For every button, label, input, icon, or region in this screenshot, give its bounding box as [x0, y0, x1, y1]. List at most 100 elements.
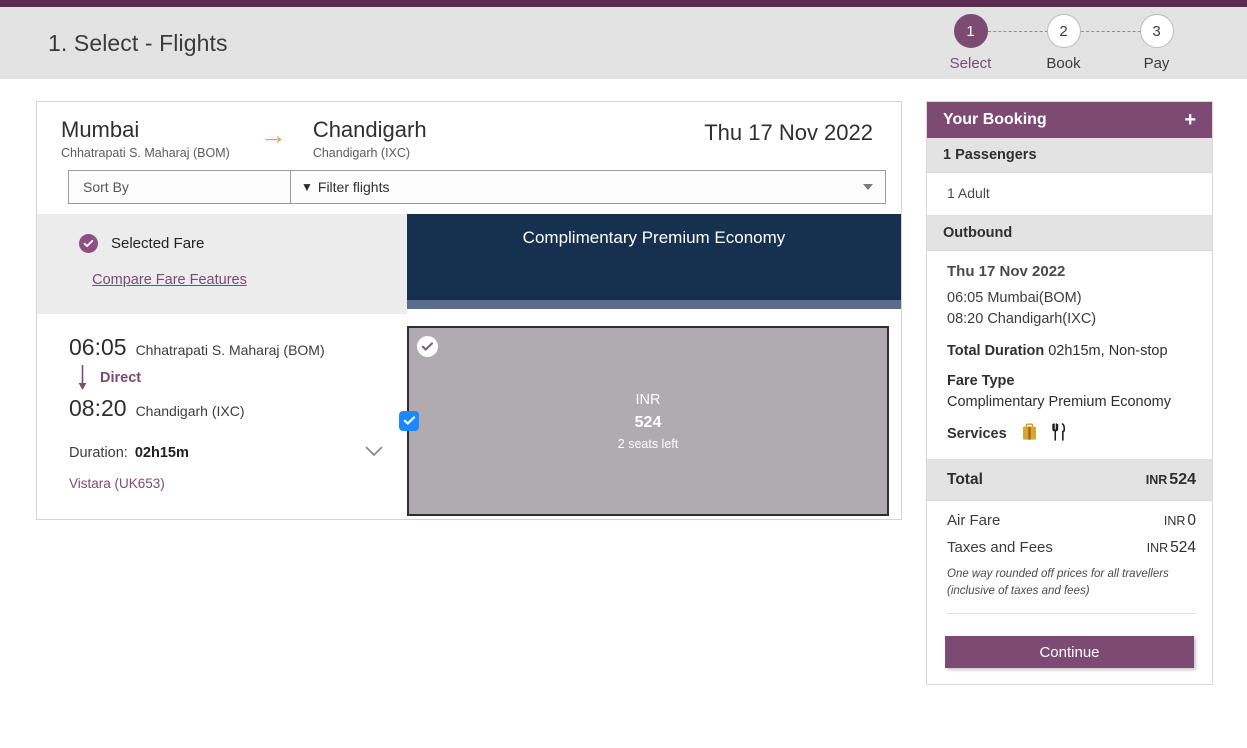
air-fare-value: 0 [1187, 511, 1196, 529]
total-label: Total [947, 470, 983, 488]
compare-fare-features-link[interactable]: Compare Fare Features [77, 270, 262, 291]
step-book[interactable]: 2 Book [1017, 14, 1146, 72]
baggage-icon [1021, 423, 1038, 445]
fare-cell-wrapper: INR 524 2 seats left [399, 325, 901, 519]
taxes-label: Taxes and Fees [947, 538, 1053, 556]
price-breakdown: Air Fare INR 0 Taxes and Fees INR 524 One … [927, 501, 1212, 623]
taxes-value: 524 [1170, 538, 1196, 556]
outbound-section-header: Outbound [927, 216, 1212, 251]
filter-flights-dropdown[interactable]: ▼ Filter flights [291, 169, 886, 204]
step-select[interactable]: 1 Select [924, 14, 1053, 72]
meal-icon [1051, 422, 1066, 445]
flight-results-card: Mumbai Chhatrapati S. Maharaj (BOM) → Ch… [36, 101, 902, 520]
fare-selected-check-icon [417, 335, 438, 357]
total-value: 524 [1169, 470, 1196, 488]
air-fare-currency: INR [1163, 513, 1186, 528]
destination-city: Chandigarh [312, 117, 427, 142]
duration-label: Duration: [69, 444, 128, 461]
route-summary: Mumbai Chhatrapati S. Maharaj (BOM) → Ch… [37, 102, 901, 170]
step-connector-1 [988, 31, 1053, 32]
flight-row: 06:05 Chhatrapati S. Maharaj (BOM) Direc… [37, 314, 901, 519]
fare-header-accent-strip [407, 299, 901, 309]
route-date: Thu 17 Nov 2022 [704, 120, 873, 145]
check-circle-icon [79, 233, 98, 253]
duration-row[interactable]: Duration: 02h15m [69, 444, 407, 462]
airline-name: Vistara (UK653) [69, 475, 165, 491]
page-title: 1. Select - Flights [48, 29, 228, 56]
total-amount: INR 524 [1146, 471, 1196, 489]
filter-flights-label: Filter flights [317, 178, 390, 195]
fare-band: Selected Fare Compare Fare Features Comp… [37, 213, 901, 314]
origin-airport: Chhatrapati S. Maharaj (BOM) [61, 145, 230, 160]
duration-value: 02h15m [134, 444, 189, 461]
fare-currency: INR [635, 392, 661, 409]
services-row: Services [947, 422, 1196, 445]
passengers-section-header: 1 Passengers [927, 138, 1212, 173]
total-duration-label: Total Duration [947, 342, 1045, 359]
step-connector-2 [1081, 31, 1146, 32]
total-currency: INR [1145, 472, 1168, 487]
step-select-number: 1 [953, 14, 988, 48]
passengers-block: 1 Adult [927, 173, 1212, 216]
booking-sidebar: Your Booking + 1 Passengers 1 Adult Outb… [926, 101, 1213, 686]
passenger-detail: 1 Adult [947, 185, 990, 201]
step-pay[interactable]: 3 Pay [1110, 14, 1203, 72]
fare-amount: 524 [634, 413, 662, 431]
arrival-time: 08:20 [69, 394, 127, 421]
progress-stepper: 1 Select 2 Book 3 Pay [924, 14, 1213, 72]
services-icons [1021, 422, 1066, 445]
chevron-down-icon [863, 183, 873, 190]
total-duration-value: 02h15m, Non-stop [1048, 342, 1168, 359]
outbound-departure: 06:05 Mumbai(BOM) [947, 290, 1082, 306]
departure-line: 06:05 Chhatrapati S. Maharaj (BOM) [69, 334, 407, 361]
arrival-airport: Chandigarh (IXC) [135, 402, 245, 419]
selected-fare-row: Selected Fare [79, 233, 407, 253]
origin-city: Mumbai [61, 117, 140, 142]
destination-airport: Chandigarh (IXC) [312, 145, 411, 160]
price-note: One way rounded off prices for all trave… [947, 567, 1169, 598]
taxes-currency: INR [1146, 540, 1169, 555]
outbound-block: Thu 17 Nov 2022 06:05 Mumbai(BOM) 08:20 … [927, 251, 1212, 460]
step-book-label: Book [1046, 55, 1081, 72]
arrow-down-icon [77, 364, 88, 391]
brand-top-strip [0, 0, 1247, 7]
sidebar-header[interactable]: Your Booking + [927, 102, 1212, 138]
sort-by-input[interactable]: Sort By [68, 169, 291, 204]
origin-block: Mumbai Chhatrapati S. Maharaj (BOM) [61, 117, 230, 160]
sort-by-placeholder: Sort By [83, 178, 129, 195]
departure-time: 06:05 [69, 333, 127, 360]
air-fare-label: Air Fare [947, 511, 1001, 529]
continue-button[interactable]: Continue [945, 636, 1194, 669]
total-row: Total INR 524 [927, 459, 1212, 501]
fare-type-value: Complimentary Premium Economy [947, 393, 1172, 410]
fare-type-label: Fare Type [947, 373, 1015, 390]
fare-price-cell[interactable]: INR 524 2 seats left [399, 325, 889, 516]
filter-icon: ▼ [301, 179, 313, 194]
sidebar-title: Your Booking [943, 111, 1047, 128]
stops-line: Direct [77, 363, 407, 393]
fare-band-right: Complimentary Premium Economy [407, 213, 901, 314]
arrival-line: 08:20 Chandigarh (IXC) [69, 395, 407, 422]
page-header: 1. Select - Flights 1 Select 2 Book 3 Pa… [0, 7, 1247, 79]
route-arrow-icon: → [259, 120, 287, 150]
results-controls: Sort By ▼ Filter flights [37, 169, 901, 204]
expand-details-chevron-icon[interactable] [365, 444, 383, 462]
sidebar-divider [947, 613, 1196, 615]
step-book-number: 2 [1046, 14, 1081, 48]
destination-block: Chandigarh Chandigarh (IXC) [312, 117, 427, 160]
plus-icon[interactable]: + [1184, 110, 1196, 130]
taxes-row: Taxes and Fees INR 524 [947, 539, 1196, 557]
departure-airport: Chhatrapati S. Maharaj (BOM) [135, 341, 325, 358]
fare-name-header: Complimentary Premium Economy [407, 213, 901, 300]
outbound-arrival: 08:20 Chandigarh(IXC) [947, 311, 1097, 328]
page-body: Mumbai Chhatrapati S. Maharaj (BOM) → Ch… [0, 79, 1247, 686]
selected-fare-label: Selected Fare [111, 234, 205, 252]
total-duration-row: Total Duration 02h15m, Non-stop [947, 341, 1196, 361]
fare-checkbox[interactable] [399, 410, 419, 431]
air-fare-amount: INR 0 [1164, 512, 1196, 530]
step-pay-label: Pay [1143, 55, 1170, 72]
step-pay-number: 3 [1139, 14, 1174, 48]
fare-type-row: Fare Type Complimentary Premium Economy [947, 371, 1196, 412]
seats-left-label: 2 seats left [617, 437, 679, 452]
taxes-amount: INR 524 [1147, 539, 1196, 557]
